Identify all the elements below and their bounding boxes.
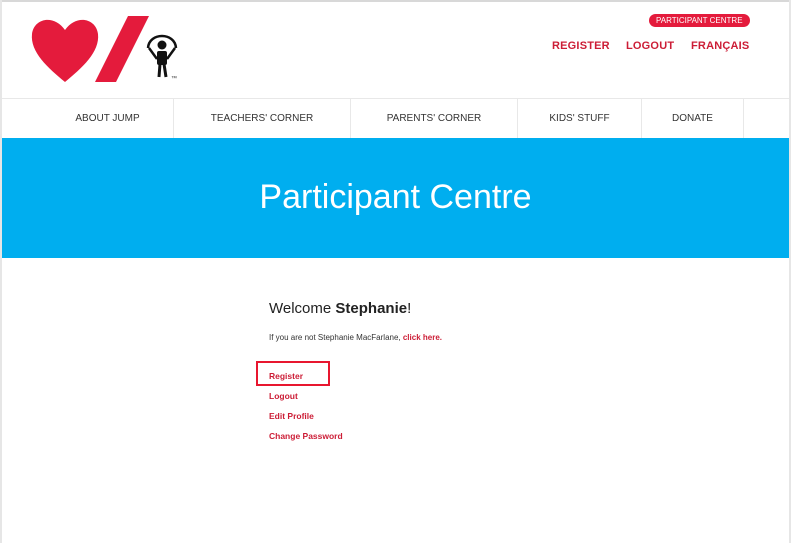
logout-menu-link[interactable]: Logout <box>269 391 298 401</box>
page-banner: Participant Centre <box>2 138 789 258</box>
welcome-suffix: ! <box>407 300 412 317</box>
change-password-link[interactable]: Change Password <box>269 431 343 441</box>
svg-text:™: ™ <box>171 75 177 82</box>
jump-rope-logo[interactable]: ™ <box>28 12 188 86</box>
nav-parents-corner[interactable]: PARENTS' CORNER <box>351 99 518 139</box>
heart-icon <box>31 19 99 82</box>
nav-kids-stuff[interactable]: KIDS' STUFF <box>518 99 642 139</box>
welcome-prefix: Welcome <box>269 300 336 317</box>
not-you-notice: If you are not Stephanie MacFarlane, cli… <box>269 333 442 342</box>
main-navigation: ABOUT JUMP TEACHERS' CORNER PARENTS' COR… <box>2 98 789 140</box>
jumper-icon <box>146 34 178 78</box>
edit-profile-link[interactable]: Edit Profile <box>269 411 314 421</box>
register-highlight-box <box>256 361 330 386</box>
register-link[interactable]: REGISTER <box>552 40 610 52</box>
site-header: ™ PARTICIPANT CENTRE REGISTER LOGOUT FRA… <box>2 2 789 98</box>
logo-graphic: ™ <box>31 16 178 82</box>
notice-text: If you are not Stephanie MacFarlane, <box>269 333 403 342</box>
click-here-link[interactable]: click here. <box>403 333 442 342</box>
logout-link[interactable]: LOGOUT <box>626 40 674 52</box>
page-title: Participant Centre <box>259 178 532 216</box>
user-name: Stephanie <box>335 300 408 317</box>
francais-link[interactable]: FRANÇAIS <box>691 40 749 52</box>
participant-centre-badge[interactable]: PARTICIPANT CENTRE <box>649 14 750 27</box>
nav-about-jump[interactable]: ABOUT JUMP <box>42 99 174 139</box>
welcome-heading: Welcome Stephanie! <box>269 300 411 317</box>
slash-mark <box>95 16 149 82</box>
nav-teachers-corner[interactable]: TEACHERS' CORNER <box>174 99 351 139</box>
nav-donate[interactable]: DONATE <box>642 99 744 139</box>
